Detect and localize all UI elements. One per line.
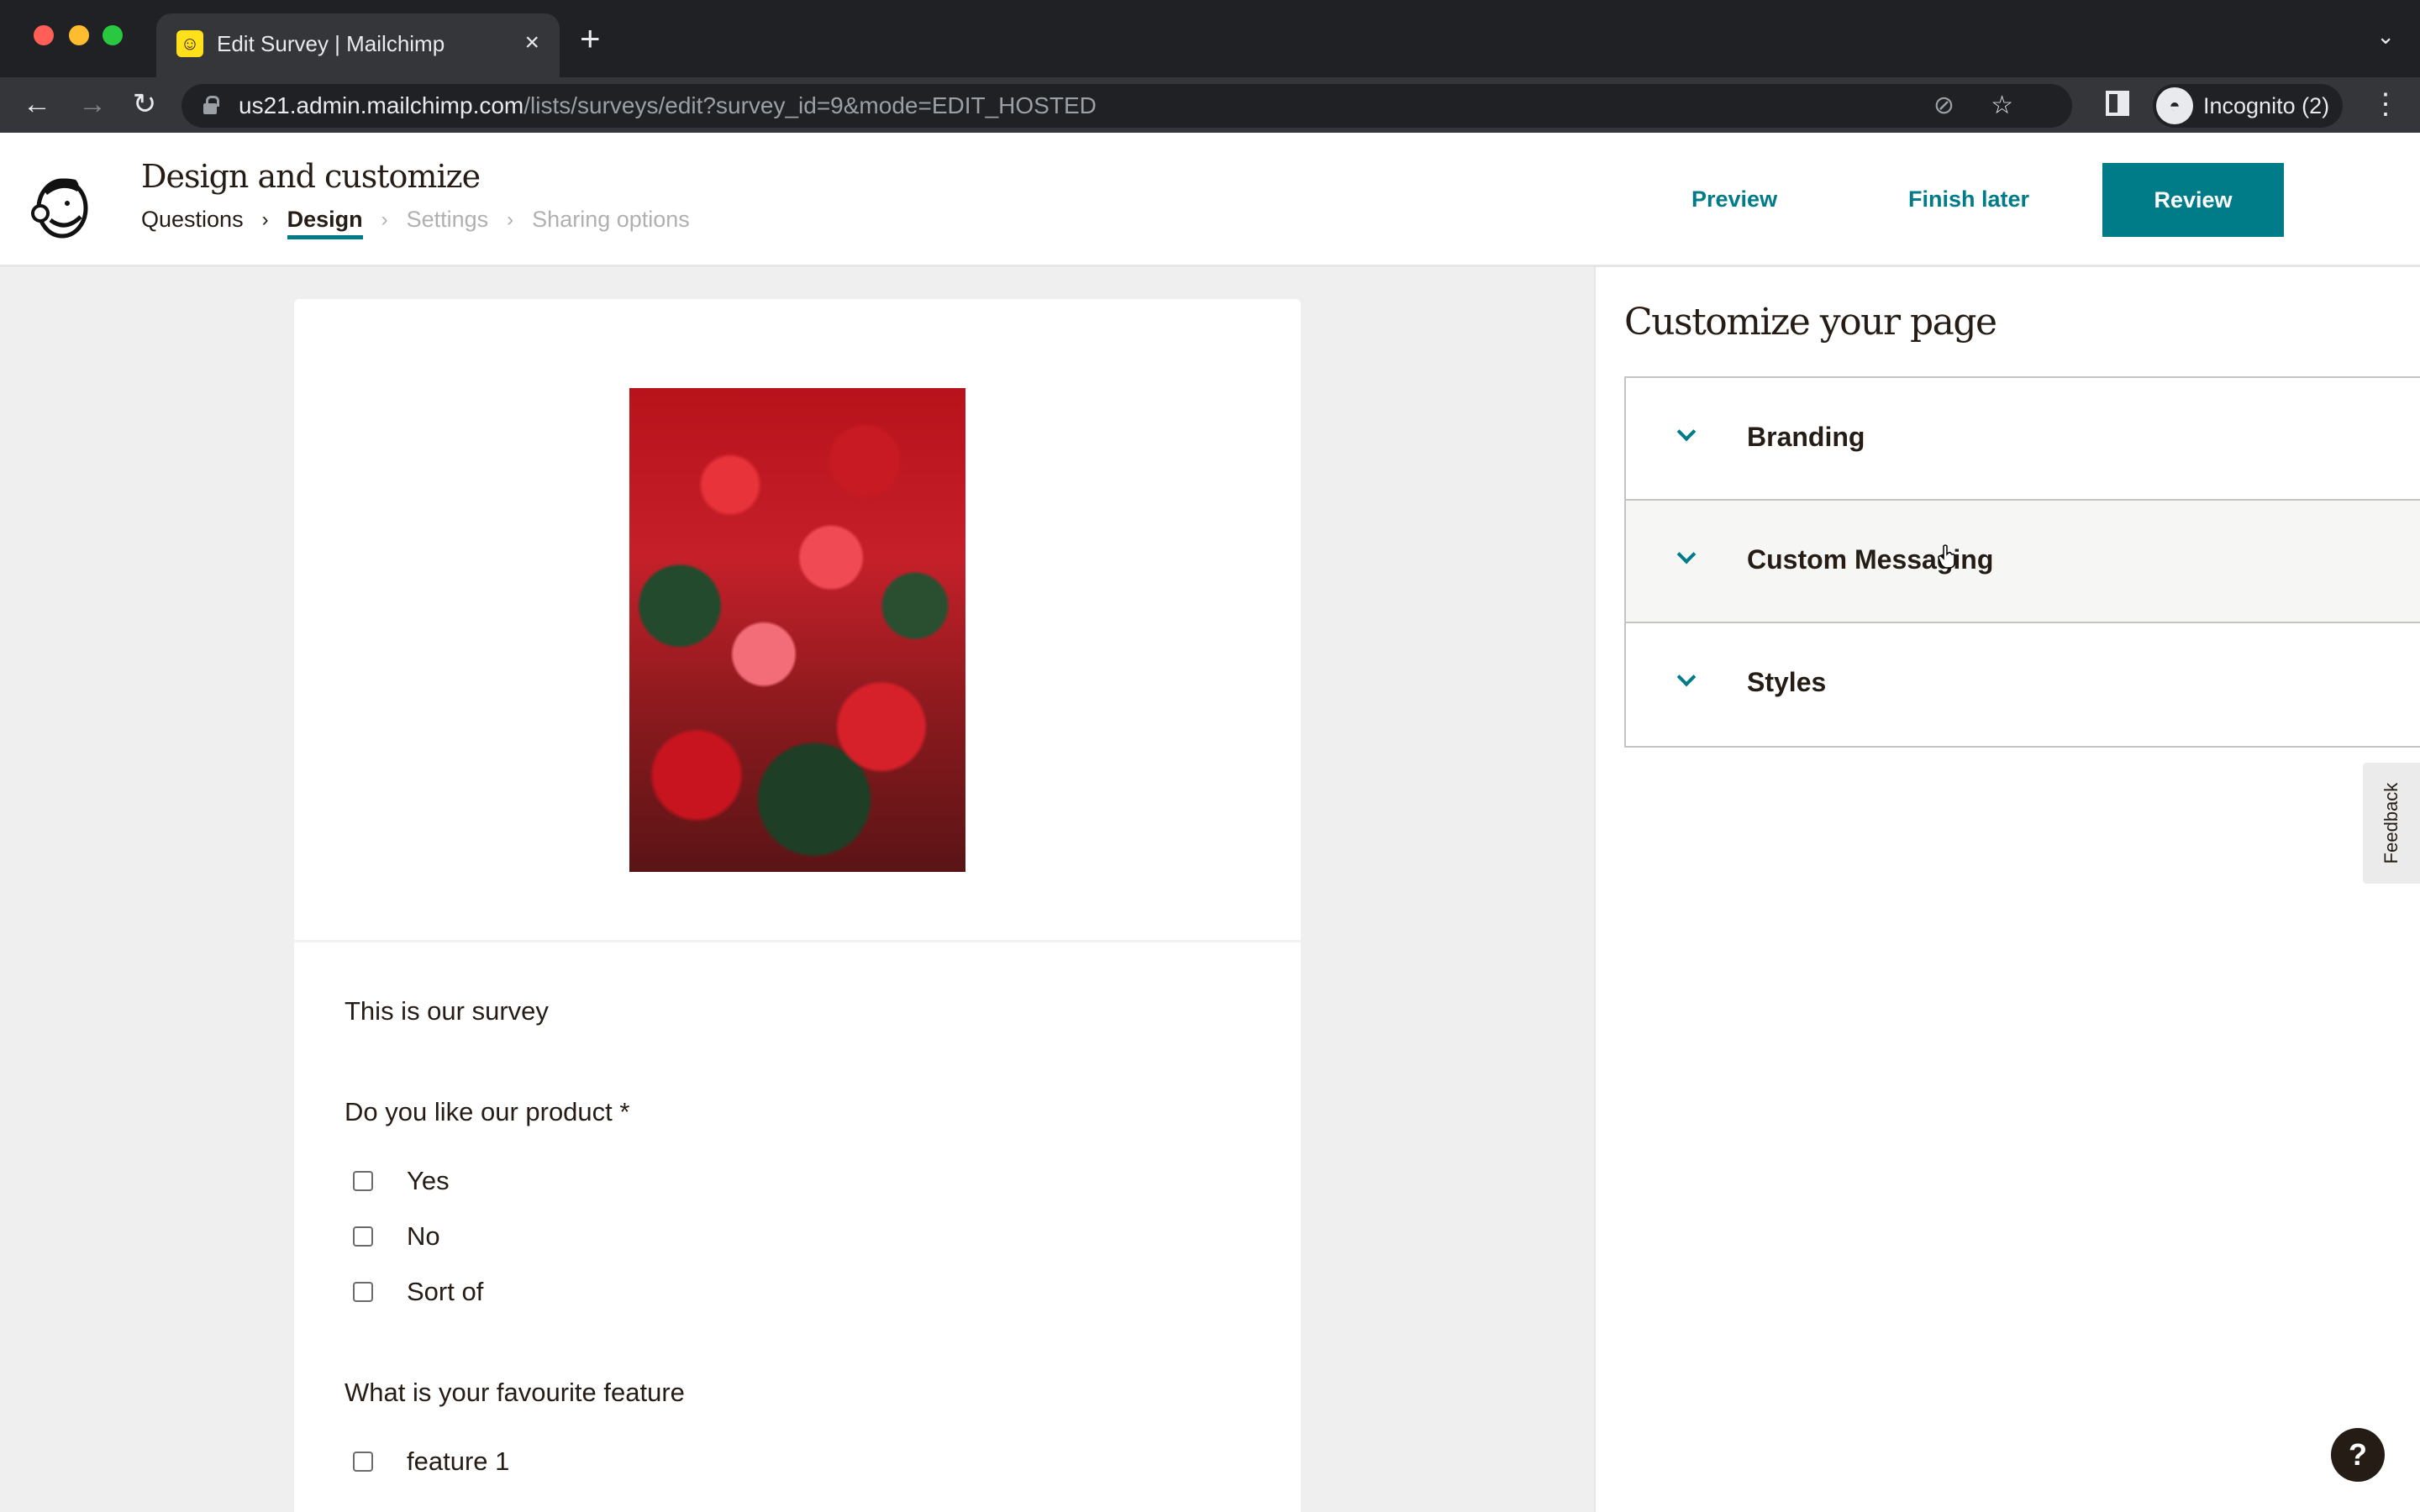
breadcrumb-questions[interactable]: Questions <box>141 207 244 239</box>
eye-off-icon[interactable]: ⊘ <box>1933 91 1954 121</box>
address-bar[interactable]: us21.admin.mailchimp.com/lists/surveys/e… <box>182 84 2072 128</box>
preview-link[interactable]: Preview <box>1691 186 1777 213</box>
survey-card: This is our survey Do you like our produ… <box>294 299 1301 1512</box>
side-panel-icon[interactable] <box>2106 91 2129 116</box>
url-path: /lists/surveys/edit?survey_id=9&mode=EDI… <box>523 92 1097 118</box>
breadcrumb-chevron-icon: › <box>381 207 388 231</box>
reload-icon[interactable]: ↻ <box>126 86 163 123</box>
checkbox[interactable] <box>353 1171 373 1191</box>
review-button[interactable]: Review <box>2102 163 2284 237</box>
question-block: Do you like our product * Yes No Sort of <box>345 1097 1252 1327</box>
tab-title: Edit Survey | Mailchimp <box>217 31 445 56</box>
breadcrumb-chevron-icon: › <box>261 207 269 231</box>
accordion-custom-messaging[interactable]: Custom Messaging <box>1626 501 2420 623</box>
survey-header-image[interactable] <box>629 388 965 872</box>
url-text[interactable]: us21.admin.mailchimp.com/lists/surveys/e… <box>239 92 1097 119</box>
accordion-label: Custom Messaging <box>1747 544 1994 575</box>
feedback-tab[interactable]: Feedback <box>2363 763 2420 884</box>
breadcrumb-design[interactable]: Design <box>287 207 363 239</box>
hand-cursor-icon <box>1938 544 1955 569</box>
question-label: What is your favourite feature <box>345 1378 685 1407</box>
question-block: What is your favourite feature feature 1 <box>345 1378 1252 1497</box>
chevron-down-icon <box>1678 425 1695 442</box>
browser-tab-bar: ☺ Edit Survey | Mailchimp × + ⌄ <box>0 0 2420 77</box>
option-label: No <box>407 1221 440 1251</box>
incognito-profile-button[interactable]: ◓ Incognito (2) <box>2153 84 2343 128</box>
option-label: Yes <box>407 1166 450 1195</box>
checkbox[interactable] <box>353 1282 373 1302</box>
window-minimize-button[interactable] <box>69 25 89 45</box>
tab-list-chevron-icon[interactable]: ⌄ <box>2376 24 2395 50</box>
page-title: Design and customize <box>141 158 481 195</box>
lock-icon[interactable] <box>203 96 219 114</box>
panel-title: Customize your page <box>1624 301 1997 344</box>
breadcrumb-chevron-icon: › <box>507 207 514 231</box>
accordion-label: Styles <box>1747 667 1827 697</box>
feedback-label: Feedback <box>2381 782 2402 864</box>
forward-arrow-icon[interactable]: → <box>74 86 111 123</box>
window-maximize-button[interactable] <box>103 25 123 45</box>
chevron-down-icon <box>1678 548 1695 564</box>
survey-intro-text: This is our survey <box>345 996 549 1026</box>
option-label: Sort of <box>407 1277 484 1306</box>
checkbox[interactable] <box>353 1226 373 1247</box>
option-label: feature 1 <box>407 1446 510 1476</box>
customize-accordion: Branding Custom Messaging Styles <box>1624 376 2420 748</box>
tab-close-icon[interactable]: × <box>524 29 539 57</box>
url-host: us21.admin.mailchimp.com <box>239 92 524 118</box>
finish-later-link[interactable]: Finish later <box>1908 186 2029 213</box>
incognito-label: Incognito (2) <box>2203 93 2330 118</box>
option-feature-1[interactable]: feature 1 <box>345 1426 1252 1497</box>
breadcrumb-settings: Settings <box>406 207 489 232</box>
survey-preview-canvas: This is our survey Do you like our produ… <box>0 267 1594 1512</box>
customize-panel: Customize your page Branding Custom Mess… <box>1594 267 2420 1512</box>
accordion-label: Branding <box>1747 422 1865 452</box>
incognito-icon: ◓ <box>2156 87 2193 124</box>
browser-tab[interactable]: ☺ Edit Survey | Mailchimp × <box>156 13 560 77</box>
accordion-styles[interactable]: Styles <box>1626 623 2420 746</box>
back-arrow-icon[interactable]: ← <box>18 86 55 123</box>
bookmark-star-icon[interactable]: ☆ <box>1991 91 2013 121</box>
breadcrumb: Questions › Design › Settings › Sharing … <box>141 207 690 239</box>
option-sort-of[interactable]: Sort of <box>345 1257 1252 1327</box>
browser-toolbar: ← → ↻ us21.admin.mailchimp.com/lists/sur… <box>0 77 2420 133</box>
browser-menu-icon[interactable]: ⋮ <box>2371 87 2400 121</box>
checkbox[interactable] <box>353 1452 373 1472</box>
chevron-down-icon <box>1678 670 1695 687</box>
card-divider <box>294 940 1301 942</box>
accordion-branding[interactable]: Branding <box>1626 378 2420 501</box>
mailchimp-logo-icon[interactable] <box>29 171 94 239</box>
mailchimp-favicon-icon: ☺ <box>176 30 203 57</box>
help-button[interactable]: ? <box>2331 1428 2385 1482</box>
app-header: Design and customize Questions › Design … <box>0 133 2420 267</box>
new-tab-button[interactable]: + <box>580 21 601 56</box>
question-label: Do you like our product * <box>345 1097 630 1126</box>
window-close-button[interactable] <box>34 25 54 45</box>
breadcrumb-sharing-options: Sharing options <box>532 207 690 232</box>
survey-body: This is our survey Do you like our produ… <box>345 996 1252 1512</box>
